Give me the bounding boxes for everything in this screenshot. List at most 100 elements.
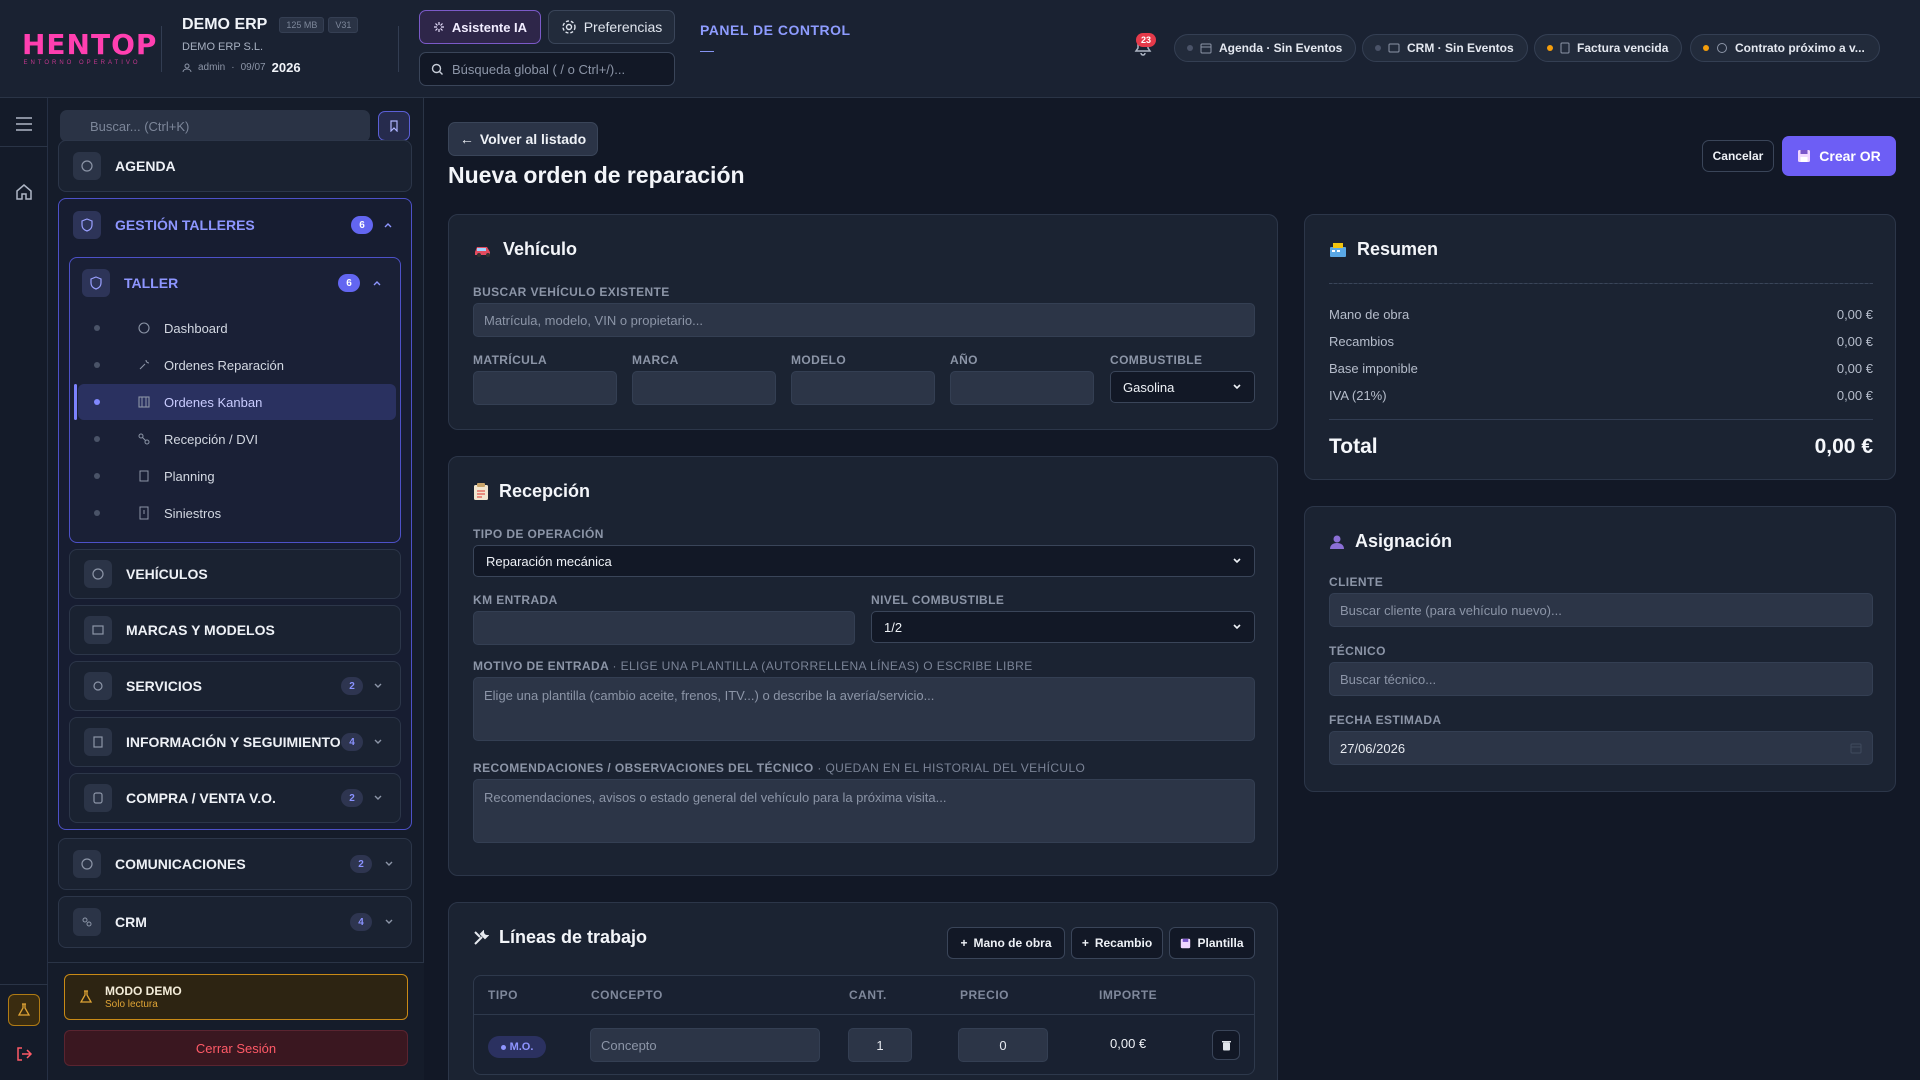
user-name: admin bbox=[198, 62, 226, 73]
calendar-icon[interactable] bbox=[1850, 742, 1862, 754]
cancel-button[interactable]: Cancelar bbox=[1702, 140, 1774, 172]
sidebar-item-label: GESTIÓN TALLERES bbox=[115, 217, 255, 233]
sidebar-item-siniestros[interactable]: Siniestros bbox=[74, 495, 396, 531]
vehicle-search-input[interactable]: Matrícula, modelo, VIN o propietario... bbox=[473, 303, 1255, 337]
agenda-icon bbox=[73, 152, 101, 180]
logout-icon[interactable] bbox=[12, 1042, 36, 1066]
ai-assistant-label: Asistente IA bbox=[451, 19, 528, 35]
preferences-label: Preferencias bbox=[583, 19, 663, 35]
sidebar-item-marcas-modelos[interactable]: MARCAS Y MODELOS bbox=[69, 605, 401, 655]
wrench-icon bbox=[136, 357, 152, 373]
chip-crm[interactable]: CRM · Sin Eventos bbox=[1362, 34, 1528, 62]
km-input[interactable] bbox=[473, 611, 855, 645]
vehicle-search-placeholder: Matrícula, modelo, VIN o propietario... bbox=[484, 312, 703, 328]
quantity-input[interactable]: 1 bbox=[848, 1028, 912, 1062]
bookmark-button[interactable] bbox=[378, 111, 410, 141]
chevron-down-icon[interactable] bbox=[373, 737, 383, 747]
chevron-up-icon[interactable] bbox=[372, 278, 382, 288]
estimated-date-input[interactable]: 27/06/2026 bbox=[1329, 731, 1873, 765]
fuel-level-select[interactable]: 1/2 bbox=[871, 611, 1255, 643]
create-label: Crear OR bbox=[1819, 148, 1881, 164]
add-part-button[interactable]: + Recambio bbox=[1071, 927, 1163, 959]
sidebar-item-label: Siniestros bbox=[164, 505, 222, 521]
summary-card: Resumen Mano de obra 0,00 € Recambios 0,… bbox=[1304, 214, 1896, 480]
chip-contract[interactable]: Contrato próximo a v... bbox=[1690, 34, 1880, 62]
sidebar-item-planning[interactable]: Planning bbox=[74, 458, 396, 494]
hamburger-menu-icon[interactable] bbox=[12, 112, 36, 136]
status-dot bbox=[1187, 45, 1193, 51]
tools-icon bbox=[473, 929, 489, 946]
panel-title: PANEL DE CONTROL bbox=[700, 22, 851, 38]
search-icon bbox=[431, 63, 444, 76]
estimated-date-value: 27/06/2026 bbox=[1340, 740, 1406, 756]
building-icon bbox=[136, 468, 152, 484]
reason-textarea[interactable]: Elige una plantilla (cambio aceite, fren… bbox=[473, 677, 1255, 741]
sidebar-item-dashboard[interactable]: Dashboard bbox=[74, 310, 396, 346]
plate-input[interactable] bbox=[473, 371, 617, 405]
chevron-up-icon[interactable] bbox=[383, 220, 393, 230]
year-input[interactable] bbox=[950, 371, 1094, 405]
chip-overdue-invoice[interactable]: Factura vencida bbox=[1534, 34, 1682, 62]
fuel-select-value: Gasolina bbox=[1123, 379, 1175, 395]
estimated-date-label: FECHA ESTIMADA bbox=[1329, 713, 1442, 727]
ai-assistant-button[interactable]: Asistente IA bbox=[419, 10, 541, 44]
home-icon[interactable] bbox=[12, 180, 36, 204]
chevron-down-icon bbox=[1232, 556, 1242, 566]
sidebar-item-agenda[interactable]: AGENDA bbox=[58, 140, 412, 192]
sidebar-item-label: Recepción / DVI bbox=[164, 431, 258, 447]
recommendations-textarea[interactable]: Recomendaciones, avisos o estado general… bbox=[473, 779, 1255, 843]
back-to-list-button[interactable]: ← Volver al listado bbox=[448, 122, 598, 156]
reason-label: MOTIVO DE ENTRADA · ELIGE UNA PLANTILLA … bbox=[473, 659, 1033, 673]
client-search-input[interactable]: Buscar cliente (para vehículo nuevo)... bbox=[1329, 593, 1873, 627]
operation-type-label: TIPO DE OPERACIÓN bbox=[473, 527, 604, 541]
delete-line-button[interactable] bbox=[1212, 1030, 1240, 1060]
concept-input[interactable]: Concepto bbox=[590, 1028, 820, 1062]
floppy-disk-icon bbox=[1180, 938, 1191, 949]
fuel-select[interactable]: Gasolina bbox=[1110, 371, 1255, 403]
global-search-input[interactable]: Búsqueda global ( / o Ctrl+/)... bbox=[419, 52, 675, 86]
sidebar-item-vehiculos[interactable]: VEHÍCULOS bbox=[69, 549, 401, 599]
brand-input[interactable] bbox=[632, 371, 776, 405]
work-lines-table: TIPO CONCEPTO CANT. PRECIO IMPORTE M.O. … bbox=[473, 975, 1255, 1075]
size-tag: 125 MB bbox=[279, 17, 325, 33]
brand-logo[interactable]: HENTOP ENTORNO OPERATIVO bbox=[22, 30, 156, 67]
flask-icon[interactable] bbox=[8, 994, 40, 1026]
services-icon bbox=[84, 672, 112, 700]
logout-button[interactable]: Cerrar Sesión bbox=[64, 1030, 408, 1066]
model-input[interactable] bbox=[791, 371, 935, 405]
chevron-down-icon[interactable] bbox=[384, 859, 394, 869]
price-input[interactable]: 0 bbox=[958, 1028, 1048, 1062]
technician-search-input[interactable]: Buscar técnico... bbox=[1329, 662, 1873, 696]
sidebar-item-label: CRM bbox=[115, 914, 147, 930]
sidebar-item-label: COMPRA / VENTA V.O. bbox=[126, 790, 276, 806]
demo-mode-banner[interactable]: MODO DEMO Solo lectura bbox=[64, 974, 408, 1020]
calendar-icon bbox=[1200, 42, 1212, 54]
summary-label: IVA (21%) bbox=[1329, 388, 1387, 403]
chip-crm-label: CRM · Sin Eventos bbox=[1407, 41, 1514, 55]
chip-agenda-label: Agenda · Sin Eventos bbox=[1219, 41, 1343, 55]
chevron-down-icon[interactable] bbox=[373, 793, 383, 803]
chevron-down-icon[interactable] bbox=[384, 917, 394, 927]
sidebar-item-recepcion-dvi[interactable]: Recepción / DVI bbox=[74, 421, 396, 457]
chevron-down-icon[interactable] bbox=[373, 681, 383, 691]
preferences-button[interactable]: Preferencias bbox=[548, 10, 675, 44]
sidebar-item-ordenes-reparacion[interactable]: Ordenes Reparación bbox=[74, 347, 396, 383]
model-label: MODELO bbox=[791, 353, 847, 367]
trash-icon bbox=[1221, 1040, 1231, 1051]
divider bbox=[161, 26, 162, 72]
reason-placeholder: Elige una plantilla (cambio aceite, fren… bbox=[484, 688, 935, 703]
sidebar-item-ordenes-kanban[interactable]: Ordenes Kanban bbox=[78, 384, 396, 420]
template-button[interactable]: Plantilla bbox=[1169, 927, 1255, 959]
summary-value: 0,00 € bbox=[1836, 361, 1873, 376]
sidebar-search-input[interactable]: Buscar... (Ctrl+K) bbox=[60, 110, 370, 142]
create-or-button[interactable]: Crear OR bbox=[1782, 136, 1896, 176]
chip-agenda[interactable]: Agenda · Sin Eventos bbox=[1174, 34, 1356, 62]
sidebar-item-label: Planning bbox=[164, 468, 215, 484]
operation-type-select[interactable]: Reparación mecánica bbox=[473, 545, 1255, 577]
current-year: 2026 bbox=[271, 60, 301, 75]
reception-card-title: Recepción bbox=[499, 481, 591, 501]
arrow-left-icon: ← bbox=[459, 131, 474, 147]
add-labor-button[interactable]: + Mano de obra bbox=[947, 927, 1065, 959]
gear-icon bbox=[561, 19, 577, 35]
column-header: CANT. bbox=[849, 988, 887, 1002]
